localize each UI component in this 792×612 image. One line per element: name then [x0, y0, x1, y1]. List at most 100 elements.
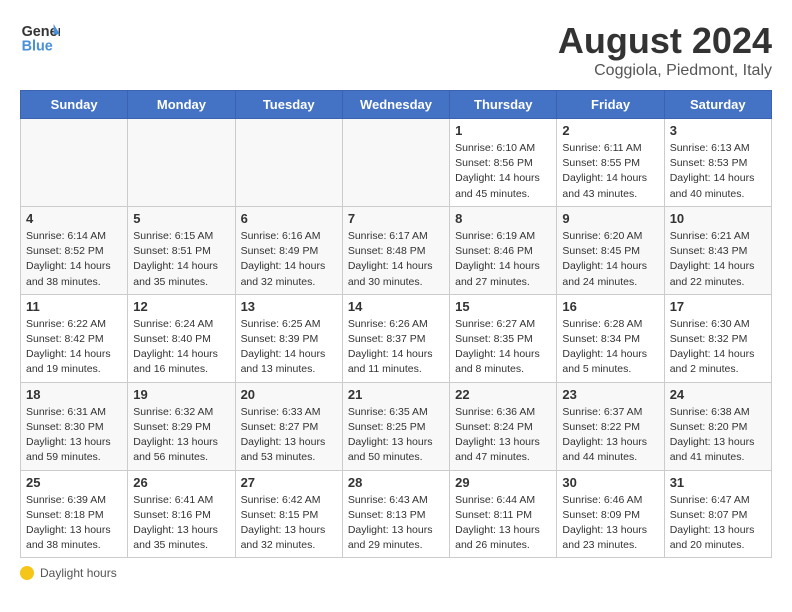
calendar-week-1: 1Sunrise: 6:10 AM Sunset: 8:56 PM Daylig… [21, 119, 772, 207]
calendar-cell: 15 Sunrise: 6:27 AM Sunset: 8:35 PM Dayli… [450, 294, 557, 382]
day-info: Sunrise: 6:21 AM Sunset: 8:43 PM Dayligh… [670, 229, 766, 290]
calendar-cell: 30 Sunrise: 6:46 AM Sunset: 8:09 PM Dayli… [557, 470, 664, 558]
calendar-cell: 24 Sunrise: 6:38 AM Sunset: 8:20 PM Dayli… [664, 382, 771, 470]
day-info: Sunrise: 6:20 AM Sunset: 8:45 PM Dayligh… [562, 229, 658, 290]
calendar-week-3: 11Sunrise: 6:22 AM Sunset: 8:42 PM Dayli… [21, 294, 772, 382]
day-number: 30 [562, 475, 658, 490]
calendar-cell: 26Sunrise: 6:41 AM Sunset: 8:16 PM Dayli… [128, 470, 235, 558]
day-number: 17 [670, 299, 766, 314]
calendar-cell: 11Sunrise: 6:22 AM Sunset: 8:42 PM Dayli… [21, 294, 128, 382]
calendar-cell: 21 Sunrise: 6:35 AM Sunset: 8:25 PM Dayli… [342, 382, 449, 470]
day-info: Sunrise: 6:46 AM Sunset: 8:09 PM Dayligh… [562, 493, 658, 554]
calendar-week-4: 18Sunrise: 6:31 AM Sunset: 8:30 PM Dayli… [21, 382, 772, 470]
svg-text:Blue: Blue [22, 38, 53, 54]
calendar-cell: 3 Sunrise: 6:13 AM Sunset: 8:53 PM Daylig… [664, 119, 771, 207]
day-number: 31 [670, 475, 766, 490]
main-title: August 2024 [558, 20, 772, 62]
calendar-cell [21, 119, 128, 207]
day-number: 27 [241, 475, 337, 490]
day-number: 12 [133, 299, 229, 314]
calendar-cell: 29Sunrise: 6:44 AM Sunset: 8:11 PM Dayli… [450, 470, 557, 558]
calendar-cell: 20 Sunrise: 6:33 AM Sunset: 8:27 PM Dayli… [235, 382, 342, 470]
day-info: Sunrise: 6:17 AM Sunset: 8:48 PM Dayligh… [348, 229, 444, 290]
day-number: 1 [455, 123, 551, 138]
calendar-cell: 18Sunrise: 6:31 AM Sunset: 8:30 PM Dayli… [21, 382, 128, 470]
calendar-header-row: SundayMondayTuesdayWednesdayThursdayFrid… [21, 91, 772, 119]
day-info: Sunrise: 6:36 AM Sunset: 8:24 PM Dayligh… [455, 405, 551, 466]
day-info: Sunrise: 6:38 AM Sunset: 8:20 PM Dayligh… [670, 405, 766, 466]
calendar-cell: 10Sunrise: 6:21 AM Sunset: 8:43 PM Dayli… [664, 206, 771, 294]
logo: General Blue [20, 20, 62, 56]
col-header-wednesday: Wednesday [342, 91, 449, 119]
col-header-thursday: Thursday [450, 91, 557, 119]
day-info: Sunrise: 6:37 AM Sunset: 8:22 PM Dayligh… [562, 405, 658, 466]
day-number: 24 [670, 387, 766, 402]
day-info: Sunrise: 6:27 AM Sunset: 8:35 PM Dayligh… [455, 317, 551, 378]
subtitle: Coggiola, Piedmont, Italy [558, 62, 772, 80]
day-info: Sunrise: 6:35 AM Sunset: 8:25 PM Dayligh… [348, 405, 444, 466]
day-number: 21 [348, 387, 444, 402]
logo-icon: General Blue [20, 20, 60, 56]
day-info: Sunrise: 6:42 AM Sunset: 8:15 PM Dayligh… [241, 493, 337, 554]
day-info: Sunrise: 6:41 AM Sunset: 8:16 PM Dayligh… [133, 493, 229, 554]
calendar-cell: 6Sunrise: 6:16 AM Sunset: 8:49 PM Daylig… [235, 206, 342, 294]
calendar-cell: 19Sunrise: 6:32 AM Sunset: 8:29 PM Dayli… [128, 382, 235, 470]
day-info: Sunrise: 6:39 AM Sunset: 8:18 PM Dayligh… [26, 493, 122, 554]
day-number: 2 [562, 123, 658, 138]
calendar-cell: 4Sunrise: 6:14 AM Sunset: 8:52 PM Daylig… [21, 206, 128, 294]
calendar-cell: 23Sunrise: 6:37 AM Sunset: 8:22 PM Dayli… [557, 382, 664, 470]
calendar-cell: 13 Sunrise: 6:25 AM Sunset: 8:39 PM Dayli… [235, 294, 342, 382]
day-info: Sunrise: 6:11 AM Sunset: 8:55 PM Dayligh… [562, 141, 658, 202]
col-header-sunday: Sunday [21, 91, 128, 119]
day-number: 25 [26, 475, 122, 490]
calendar-cell: 2 Sunrise: 6:11 AM Sunset: 8:55 PM Daylig… [557, 119, 664, 207]
day-info: Sunrise: 6:47 AM Sunset: 8:07 PM Dayligh… [670, 493, 766, 554]
day-info: Sunrise: 6:19 AM Sunset: 8:46 PM Dayligh… [455, 229, 551, 290]
title-block: August 2024 Coggiola, Piedmont, Italy [558, 20, 772, 80]
calendar-cell: 9 Sunrise: 6:20 AM Sunset: 8:45 PM Daylig… [557, 206, 664, 294]
calendar-cell: 27 Sunrise: 6:42 AM Sunset: 8:15 PM Dayli… [235, 470, 342, 558]
day-info: Sunrise: 6:26 AM Sunset: 8:37 PM Dayligh… [348, 317, 444, 378]
day-info: Sunrise: 6:13 AM Sunset: 8:53 PM Dayligh… [670, 141, 766, 202]
calendar-cell: 7Sunrise: 6:17 AM Sunset: 8:48 PM Daylig… [342, 206, 449, 294]
day-number: 8 [455, 211, 551, 226]
page-header: General Blue August 2024 Coggiola, Piedm… [20, 20, 772, 80]
day-number: 20 [241, 387, 337, 402]
calendar-cell [235, 119, 342, 207]
day-number: 15 [455, 299, 551, 314]
calendar-table: SundayMondayTuesdayWednesdayThursdayFrid… [20, 90, 772, 558]
calendar-cell: 5 Sunrise: 6:15 AM Sunset: 8:51 PM Daylig… [128, 206, 235, 294]
footer-text: Daylight hours [40, 566, 117, 580]
day-number: 14 [348, 299, 444, 314]
day-number: 18 [26, 387, 122, 402]
day-number: 13 [241, 299, 337, 314]
col-header-tuesday: Tuesday [235, 91, 342, 119]
calendar-cell: 8 Sunrise: 6:19 AM Sunset: 8:46 PM Daylig… [450, 206, 557, 294]
calendar-cell [128, 119, 235, 207]
calendar-cell: 12 Sunrise: 6:24 AM Sunset: 8:40 PM Dayli… [128, 294, 235, 382]
day-number: 3 [670, 123, 766, 138]
day-info: Sunrise: 6:28 AM Sunset: 8:34 PM Dayligh… [562, 317, 658, 378]
day-number: 22 [455, 387, 551, 402]
day-number: 28 [348, 475, 444, 490]
calendar-cell: 16Sunrise: 6:28 AM Sunset: 8:34 PM Dayli… [557, 294, 664, 382]
day-number: 9 [562, 211, 658, 226]
day-info: Sunrise: 6:25 AM Sunset: 8:39 PM Dayligh… [241, 317, 337, 378]
calendar-cell: 14 Sunrise: 6:26 AM Sunset: 8:37 PM Dayli… [342, 294, 449, 382]
day-number: 5 [133, 211, 229, 226]
calendar-cell: 22 Sunrise: 6:36 AM Sunset: 8:24 PM Dayli… [450, 382, 557, 470]
day-info: Sunrise: 6:15 AM Sunset: 8:51 PM Dayligh… [133, 229, 229, 290]
day-info: Sunrise: 6:24 AM Sunset: 8:40 PM Dayligh… [133, 317, 229, 378]
day-info: Sunrise: 6:33 AM Sunset: 8:27 PM Dayligh… [241, 405, 337, 466]
day-number: 19 [133, 387, 229, 402]
calendar-cell [342, 119, 449, 207]
calendar-week-2: 4Sunrise: 6:14 AM Sunset: 8:52 PM Daylig… [21, 206, 772, 294]
calendar-cell: 25 Sunrise: 6:39 AM Sunset: 8:18 PM Dayli… [21, 470, 128, 558]
day-info: Sunrise: 6:44 AM Sunset: 8:11 PM Dayligh… [455, 493, 551, 554]
day-info: Sunrise: 6:43 AM Sunset: 8:13 PM Dayligh… [348, 493, 444, 554]
day-info: Sunrise: 6:30 AM Sunset: 8:32 PM Dayligh… [670, 317, 766, 378]
day-number: 6 [241, 211, 337, 226]
col-header-friday: Friday [557, 91, 664, 119]
day-number: 11 [26, 299, 122, 314]
calendar-cell: 17 Sunrise: 6:30 AM Sunset: 8:32 PM Dayli… [664, 294, 771, 382]
